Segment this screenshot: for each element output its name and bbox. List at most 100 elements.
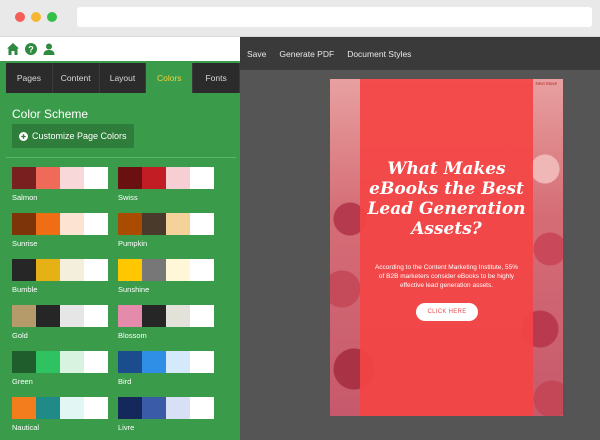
address-bar[interactable]: [77, 7, 592, 27]
swatch: [142, 259, 166, 281]
swatch-row: [12, 259, 108, 281]
tab-pages[interactable]: Pages: [6, 63, 53, 93]
customize-button-label: Customize Page Colors: [32, 131, 127, 141]
page-subtext[interactable]: According to the Content Marketing Insti…: [374, 263, 519, 290]
scheme-bumble[interactable]: Bumble: [12, 259, 108, 294]
swatch: [84, 167, 108, 189]
scheme-sunshine[interactable]: Sunshine: [118, 259, 214, 294]
scheme-green[interactable]: Green: [12, 351, 108, 386]
swatch-row: [12, 305, 108, 327]
svg-text:?: ?: [28, 45, 34, 55]
swatch-row: [12, 213, 108, 235]
heading-line: Lead Generation: [367, 199, 526, 219]
scheme-sunrise[interactable]: Sunrise: [12, 213, 108, 248]
customize-page-colors-button[interactable]: Customize Page Colors: [12, 124, 134, 148]
scheme-label: Pumpkin: [118, 239, 148, 248]
tab-colors[interactable]: Colors: [146, 63, 194, 93]
help-icon[interactable]: ?: [24, 42, 38, 56]
swatch-row: [118, 167, 214, 189]
swatch-row: [118, 351, 214, 373]
tab-fonts[interactable]: Fonts: [193, 63, 240, 93]
tab-layout[interactable]: Layout: [100, 63, 147, 93]
generate-pdf-button[interactable]: Generate PDF: [279, 49, 334, 59]
swatch: [84, 213, 108, 235]
editor-area: Save Generate PDF Document Styles Next M…: [240, 37, 600, 440]
scheme-label: Sunrise: [12, 239, 38, 248]
scheme-swiss[interactable]: Swiss: [118, 167, 214, 202]
page-heading[interactable]: What Makes eBooks the Best Lead Generati…: [330, 159, 563, 239]
swatch: [60, 305, 84, 327]
swatch-row: [118, 213, 214, 235]
maximize-window-dot[interactable]: [47, 12, 57, 22]
panel-divider: [6, 157, 236, 158]
swatch: [12, 167, 36, 189]
scheme-label: Nautical: [12, 423, 40, 432]
swatch: [84, 305, 108, 327]
heading-line: Assets?: [411, 219, 482, 239]
scheme-label: Livre: [118, 423, 135, 432]
save-button[interactable]: Save: [247, 49, 266, 59]
swatch-row: [12, 351, 108, 373]
swatch: [84, 259, 108, 281]
swatch: [190, 351, 214, 373]
swatch: [12, 259, 36, 281]
colors-panel: Color Scheme Customize Page Colors Salmo…: [6, 93, 240, 440]
swatch: [36, 167, 60, 189]
swatch: [36, 397, 60, 419]
swatch: [142, 305, 166, 327]
plus-circle-icon: [19, 131, 28, 141]
scheme-label: Gold: [12, 331, 28, 340]
swatch: [166, 259, 190, 281]
swatch: [142, 351, 166, 373]
scheme-salmon[interactable]: Salmon: [12, 167, 108, 202]
swatch: [60, 213, 84, 235]
swatch-row: [12, 397, 108, 419]
swatch: [142, 397, 166, 419]
sidebar-top-icons: ?: [0, 37, 240, 61]
swatch: [12, 351, 36, 373]
swatch: [118, 305, 142, 327]
scheme-gold[interactable]: Gold: [12, 305, 108, 340]
scheme-bird[interactable]: Bird: [118, 351, 214, 386]
ebook-page-preview[interactable]: Next Move What Makes eBooks the Best Lea…: [330, 79, 563, 416]
scheme-label: Bird: [118, 377, 132, 386]
scheme-blossom[interactable]: Blossom: [118, 305, 214, 340]
scheme-nautical[interactable]: Nautical: [12, 397, 108, 432]
swatch: [118, 213, 142, 235]
heading-line: eBooks the Best: [369, 179, 524, 199]
sidebar-tabs: Pages Content Layout Colors Fonts: [6, 63, 240, 93]
swatch: [12, 305, 36, 327]
swatch: [36, 305, 60, 327]
sidebar: ? Pages Content Layout Colors Fonts Colo…: [0, 37, 240, 440]
scheme-pumpkin[interactable]: Pumpkin: [118, 213, 214, 248]
red-overlay: [360, 79, 533, 416]
swatch-row: [118, 305, 214, 327]
swatch: [190, 167, 214, 189]
home-icon[interactable]: [6, 42, 20, 56]
swatch: [190, 305, 214, 327]
swatch: [118, 397, 142, 419]
swatch: [190, 397, 214, 419]
click-here-button[interactable]: CLICK HERE: [416, 303, 478, 321]
swatch: [36, 213, 60, 235]
swatch: [60, 351, 84, 373]
scheme-livre[interactable]: Livre: [118, 397, 214, 432]
section-title: Color Scheme: [12, 107, 89, 121]
minimize-window-dot[interactable]: [31, 12, 41, 22]
swatch-row: [118, 397, 214, 419]
swatch: [166, 167, 190, 189]
swatch-row: [12, 167, 108, 189]
swatch: [36, 259, 60, 281]
scheme-label: Salmon: [12, 193, 38, 202]
swatch-row: [118, 259, 214, 281]
swatch: [36, 351, 60, 373]
swatch: [190, 213, 214, 235]
user-icon[interactable]: [42, 42, 56, 56]
editor-toolbar: Save Generate PDF Document Styles: [240, 37, 600, 70]
tab-content[interactable]: Content: [53, 63, 100, 93]
swatch: [142, 167, 166, 189]
swatch: [12, 213, 36, 235]
close-window-dot[interactable]: [15, 12, 25, 22]
document-styles-button[interactable]: Document Styles: [347, 49, 411, 59]
swatch: [166, 305, 190, 327]
